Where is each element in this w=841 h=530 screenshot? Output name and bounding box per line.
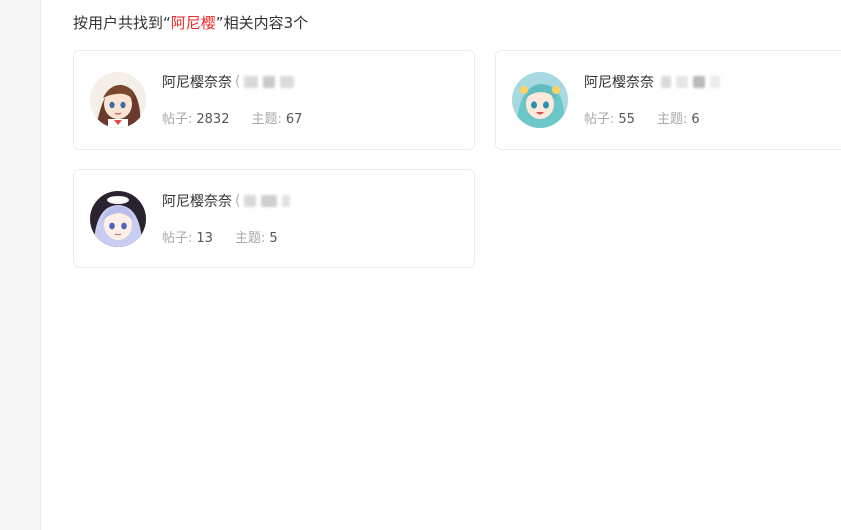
post-count: 帖子: 2832	[162, 112, 230, 127]
avatar-image-brown-hair	[90, 72, 146, 128]
user-name-link[interactable]: 阿尼樱奈奈	[162, 72, 232, 92]
redacted-user-id	[244, 76, 295, 88]
summary-prefix: 按用户共找到“	[73, 14, 171, 32]
search-keyword: 阿尼樱	[170, 14, 216, 32]
user-card[interactable]: 阿尼樱奈奈 ( 帖子: 2832 主题: 67	[73, 50, 475, 150]
user-stats: 帖子: 2832 主题: 67	[162, 108, 302, 127]
user-avatar[interactable]	[90, 72, 146, 128]
search-summary: 按用户共找到“阿尼樱”相关内容3个	[73, 12, 308, 33]
user-name-link[interactable]: 阿尼樱奈奈	[584, 72, 654, 92]
user-avatar[interactable]	[512, 72, 568, 128]
user-name-link[interactable]: 阿尼樱奈奈	[162, 191, 232, 211]
user-id-open-paren: (	[235, 74, 241, 90]
post-count: 帖子: 13	[162, 231, 213, 246]
user-avatar[interactable]	[90, 191, 146, 247]
search-results-page: 按用户共找到“阿尼樱”相关内容3个 阿尼樱奈奈 ( 帖子: 2832 主题: 67	[0, 0, 841, 530]
user-stats: 帖子: 13 主题: 5	[162, 227, 278, 246]
summary-suffix: ”相关内容3个	[215, 14, 309, 32]
user-name-row: 阿尼樱奈奈 (	[162, 191, 291, 211]
avatar-image-teal-hair	[512, 72, 568, 128]
topic-count: 主题: 6	[656, 112, 700, 127]
post-count: 帖子: 55	[584, 112, 635, 127]
topic-count: 主题: 5	[234, 231, 278, 246]
user-name-row: 阿尼樱奈奈 (	[162, 72, 295, 92]
user-stats: 帖子: 55 主题: 6	[584, 108, 700, 127]
user-name-row: 阿尼樱奈奈	[584, 72, 720, 92]
user-card[interactable]: 阿尼樱奈奈 ( 帖子: 13 主题: 5	[73, 169, 475, 268]
redacted-user-id	[244, 195, 291, 207]
topic-count: 主题: 67	[251, 112, 303, 127]
user-card[interactable]: 阿尼樱奈奈 帖子: 55 主题: 6	[495, 50, 841, 150]
redacted-user-id	[661, 76, 720, 88]
user-id-open-paren: (	[235, 193, 241, 209]
left-sidebar	[0, 0, 41, 530]
avatar-image-lavender-hair	[90, 191, 146, 247]
